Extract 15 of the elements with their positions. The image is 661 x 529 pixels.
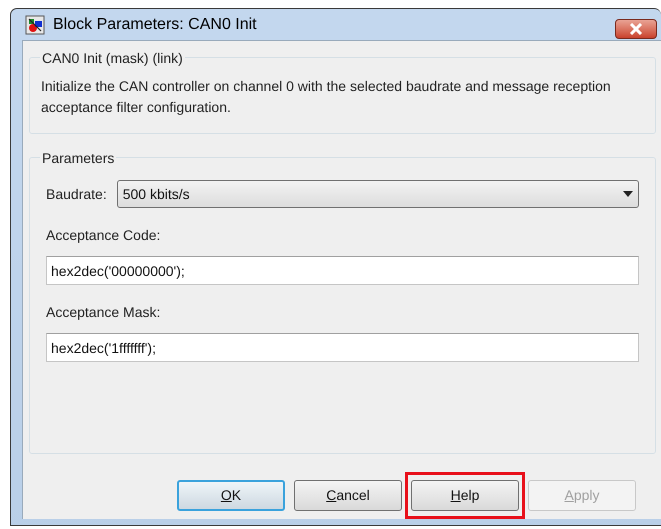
close-icon (629, 23, 643, 35)
field-label: Acceptance Code: (46, 226, 160, 245)
dialog-button[interactable]: Cancel (294, 480, 402, 511)
window-title: Block Parameters: CAN0 Init (53, 14, 257, 34)
close-button[interactable] (615, 19, 657, 39)
field-label: Baudrate: (46, 184, 107, 204)
text-field[interactable]: hex2dec('00000000'); (46, 256, 639, 285)
description-text: Initialize the CAN controller on channel 0 with the selected baudrate and message reception acceptance filter configuration. (41, 77, 612, 117)
baudrate-dropdown[interactable]: 500 kbits/s (116, 180, 639, 208)
block-diagram-icon (25, 14, 45, 34)
field-label: Acceptance Mask: (46, 303, 160, 322)
text-field[interactable]: hex2dec('1fffffff'); (46, 333, 639, 362)
dialog-button[interactable]: OK (177, 480, 285, 511)
dialog-button[interactable]: Help (411, 480, 519, 511)
dropdown-arrow-icon (623, 191, 633, 197)
